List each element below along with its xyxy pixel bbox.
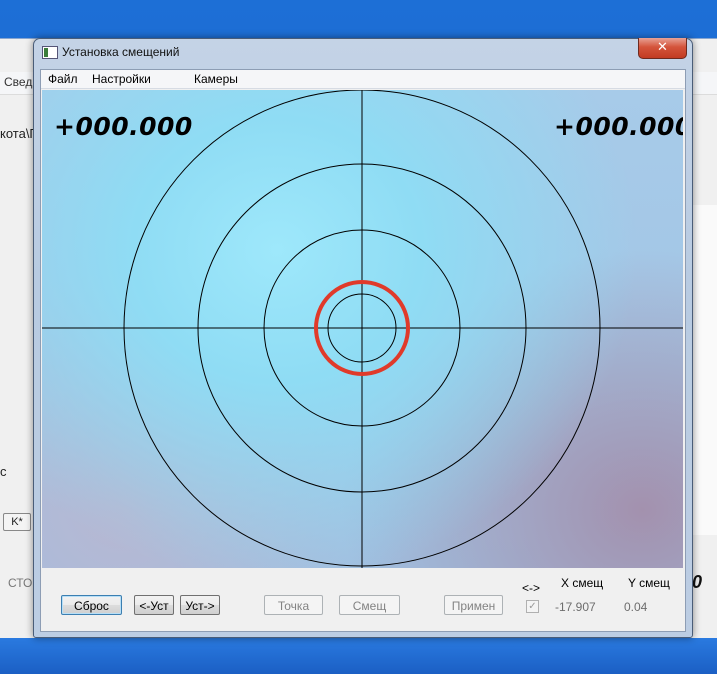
swap-label: <-> bbox=[522, 581, 541, 595]
app-icon bbox=[42, 46, 58, 59]
background-zero-readout: 0 bbox=[692, 572, 703, 592]
background-label: с bbox=[0, 464, 7, 479]
reset-button[interactable]: Сброс bbox=[61, 595, 122, 615]
apply-button[interactable]: Примен bbox=[444, 595, 503, 615]
menu-settings[interactable]: Настройки bbox=[92, 72, 151, 86]
checkmark-icon: ✓ bbox=[528, 601, 537, 612]
camera-view[interactable]: +000.000 +000.000 bbox=[42, 90, 683, 568]
offset-setup-dialog: Установка смещений ✕ Файл Настройки Каме… bbox=[33, 38, 693, 638]
window-title: Установка смещений bbox=[62, 45, 180, 59]
reticle-overlay bbox=[42, 90, 683, 568]
offset-button[interactable]: Смещ bbox=[339, 595, 400, 615]
y-offset-value: 0.04 bbox=[624, 600, 648, 614]
dialog-client-area: Файл Настройки Камеры +000.000 +000.000 … bbox=[40, 69, 686, 632]
menu-file[interactable]: Файл bbox=[48, 72, 78, 86]
swap-checkbox[interactable]: ✓ bbox=[526, 600, 539, 613]
left-readout: +000.000 bbox=[54, 112, 193, 141]
x-offset-label: X смещ bbox=[561, 576, 604, 590]
title-bar[interactable]: Установка смещений ✕ bbox=[34, 38, 692, 67]
set-left-button[interactable]: <-Уст bbox=[134, 595, 174, 615]
background-k-button[interactable]: K* bbox=[3, 513, 31, 531]
background-menu-item[interactable]: Свед bbox=[4, 75, 32, 89]
taskbar bbox=[0, 638, 717, 674]
y-offset-label: Y смещ bbox=[628, 576, 670, 590]
x-offset-value: -17.907 bbox=[555, 600, 596, 614]
menubar: Файл Настройки Камеры bbox=[41, 70, 685, 89]
background-stop-text: СТО bbox=[8, 576, 33, 590]
point-button[interactable]: Точка bbox=[264, 595, 323, 615]
background-right-panel bbox=[690, 205, 717, 535]
menu-cameras[interactable]: Камеры bbox=[194, 72, 238, 86]
close-button[interactable]: ✕ bbox=[638, 38, 687, 59]
right-readout: +000.000 bbox=[554, 112, 683, 141]
set-right-button[interactable]: Уст-> bbox=[180, 595, 220, 615]
